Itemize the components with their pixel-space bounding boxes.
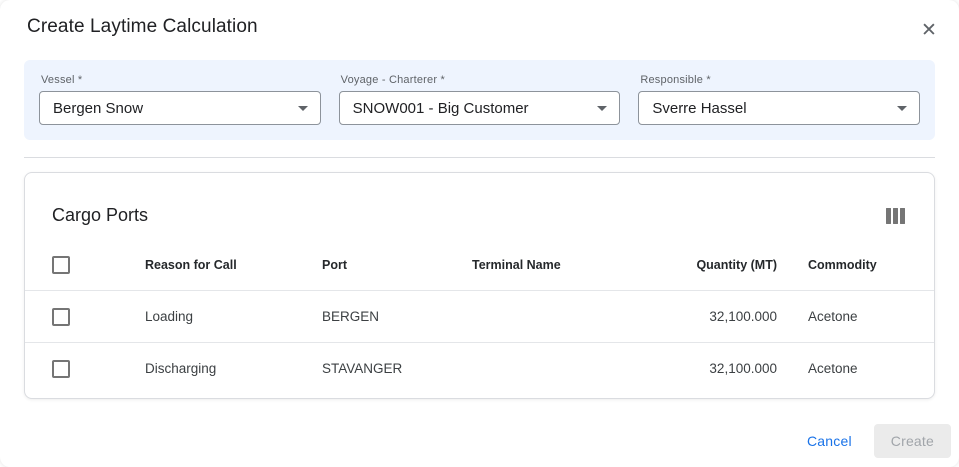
voyage-charterer-select[interactable]: SNOW001 - Big Customer (339, 91, 621, 125)
columns-icon-bar (886, 208, 891, 224)
create-laytime-dialog: Create Laytime Calculation ✕ Vessel * Be… (0, 0, 959, 467)
cell-port: STAVANGER (322, 361, 472, 376)
vessel-select[interactable]: Bergen Snow (39, 91, 321, 125)
header-terminal-name: Terminal Name (472, 258, 622, 272)
close-icon[interactable]: ✕ (916, 18, 942, 44)
voyage-charterer-field: Voyage - Charterer * SNOW001 - Big Custo… (339, 74, 621, 140)
cargo-ports-title: Cargo Ports (52, 205, 148, 226)
cell-commodity: Acetone (777, 309, 934, 324)
row-checkbox[interactable] (52, 308, 70, 326)
header-commodity: Commodity (777, 258, 934, 272)
columns-icon-bar (900, 208, 905, 224)
cargo-ports-table: Reason for Call Port Terminal Name Quant… (25, 239, 934, 394)
dialog-header: Create Laytime Calculation ✕ (0, 0, 959, 60)
cancel-button[interactable]: Cancel (799, 423, 860, 459)
row-checkbox-cell (25, 360, 145, 378)
voyage-charterer-value: SNOW001 - Big Customer (353, 100, 529, 117)
cell-quantity: 32,100.000 (622, 361, 777, 376)
cell-reason: Loading (145, 309, 322, 324)
section-divider (24, 157, 935, 158)
cargo-ports-header: Cargo Ports (25, 173, 934, 239)
header-reason-for-call: Reason for Call (145, 258, 322, 272)
table-header-row: Reason for Call Port Terminal Name Quant… (25, 239, 934, 290)
select-all-checkbox[interactable] (52, 256, 70, 274)
chevron-down-icon (897, 106, 907, 111)
create-button[interactable]: Create (874, 424, 951, 458)
cell-port: BERGEN (322, 309, 472, 324)
cell-commodity: Acetone (777, 361, 934, 376)
form-panel: Vessel * Bergen Snow Voyage - Charterer … (24, 60, 935, 140)
table-row: Discharging STAVANGER 32,100.000 Acetone (25, 342, 934, 394)
cargo-ports-card: Cargo Ports Reason for Call Port Termina… (24, 172, 935, 399)
columns-icon[interactable] (884, 206, 907, 226)
header-quantity-mt: Quantity (MT) (622, 258, 777, 272)
columns-icon-bar (893, 208, 898, 224)
responsible-label: Responsible * (638, 74, 920, 86)
vessel-value: Bergen Snow (53, 100, 143, 117)
chevron-down-icon (298, 106, 308, 111)
select-all-cell (25, 256, 145, 274)
dialog-footer: Cancel Create (0, 399, 959, 467)
voyage-charterer-label: Voyage - Charterer * (339, 74, 621, 86)
vessel-label: Vessel * (39, 74, 321, 86)
responsible-field: Responsible * Sverre Hassel (638, 74, 920, 140)
table-row: Loading BERGEN 32,100.000 Acetone (25, 290, 934, 342)
header-port: Port (322, 258, 472, 272)
responsible-select[interactable]: Sverre Hassel (638, 91, 920, 125)
responsible-value: Sverre Hassel (652, 100, 746, 117)
row-checkbox[interactable] (52, 360, 70, 378)
cell-reason: Discharging (145, 361, 322, 376)
page-title: Create Laytime Calculation (27, 16, 258, 38)
cell-quantity: 32,100.000 (622, 309, 777, 324)
chevron-down-icon (597, 106, 607, 111)
vessel-field: Vessel * Bergen Snow (39, 74, 321, 140)
row-checkbox-cell (25, 308, 145, 326)
